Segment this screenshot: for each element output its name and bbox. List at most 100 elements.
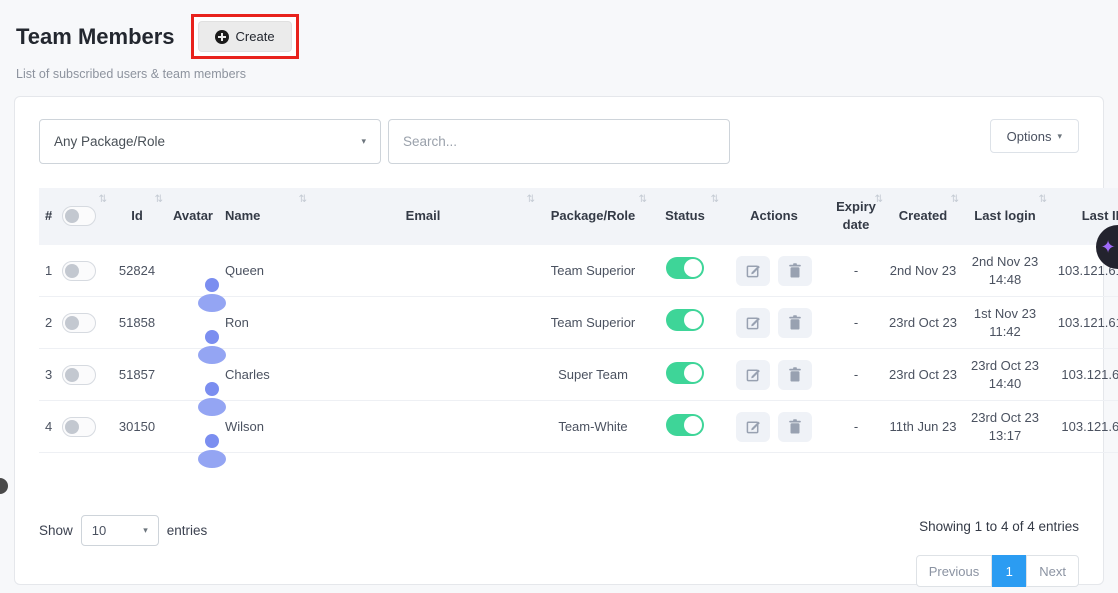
- member-id: 30150: [109, 401, 165, 453]
- member-expiry: -: [827, 297, 885, 349]
- sort-icon: ⇅: [951, 193, 959, 207]
- member-last-login: 2nd Nov 23 14:48: [961, 245, 1049, 297]
- header-email[interactable]: Email ⇅: [309, 188, 537, 245]
- team-members-table: # ⇅ Id ⇅ Avatar Name ⇅: [39, 188, 1118, 453]
- member-created: 23rd Oct 23: [885, 297, 961, 349]
- sort-icon: ⇅: [299, 193, 307, 207]
- trash-icon: [788, 419, 802, 434]
- row-select-toggle[interactable]: [62, 417, 96, 437]
- status-toggle[interactable]: [666, 309, 704, 331]
- member-last-login: 1st Nov 23 11:42: [961, 297, 1049, 349]
- trash-icon: [788, 315, 802, 330]
- trash-icon: [788, 263, 802, 278]
- header-name[interactable]: Name ⇅: [221, 188, 309, 245]
- package-role-select[interactable]: Any Package/Role ▾: [39, 119, 381, 164]
- delete-button[interactable]: [778, 308, 812, 338]
- header-expiry-date[interactable]: Expiry date ⇅: [827, 188, 885, 245]
- delete-button[interactable]: [778, 256, 812, 286]
- select-all-toggle[interactable]: [62, 206, 96, 226]
- table-footer: Show 10 ▾ entries Showing 1 to 4 of 4 en…: [39, 515, 1079, 546]
- edit-icon: [746, 315, 761, 330]
- status-toggle[interactable]: [666, 257, 704, 279]
- chevron-down-icon: ▾: [143, 525, 148, 536]
- red-annotation-box: Create: [191, 14, 299, 59]
- entries-per-page-value: 10: [92, 523, 106, 538]
- sparkle-icon: ✦: [1100, 237, 1115, 258]
- header-index-label: #: [45, 207, 52, 225]
- delete-button[interactable]: [778, 412, 812, 442]
- table-header-row: # ⇅ Id ⇅ Avatar Name ⇅: [39, 188, 1118, 245]
- header-status[interactable]: Status ⇅: [649, 188, 721, 245]
- sort-icon: ⇅: [711, 193, 719, 207]
- row-select-toggle[interactable]: [62, 261, 96, 281]
- next-page-button[interactable]: Next: [1026, 555, 1079, 587]
- table-row: 1 52824 Queen Team Superior: [39, 245, 1118, 297]
- header-avatar: Avatar: [165, 188, 221, 245]
- member-id: 52824: [109, 245, 165, 297]
- member-email-redacted: [309, 297, 537, 349]
- sort-icon: ⇅: [639, 193, 647, 207]
- sort-icon: ⇅: [155, 193, 163, 207]
- member-last-ip: 103.121.61.148: [1049, 297, 1118, 349]
- header-package-role[interactable]: Package/Role ⇅: [537, 188, 649, 245]
- member-expiry: -: [827, 349, 885, 401]
- row-index: 3: [45, 366, 52, 384]
- header-id[interactable]: Id ⇅: [109, 188, 165, 245]
- edit-icon: [746, 367, 761, 382]
- pagination: Previous 1 Next: [916, 555, 1079, 587]
- create-button-label: Create: [236, 29, 275, 44]
- member-expiry: -: [827, 245, 885, 297]
- header-last-login[interactable]: Last login ⇅: [961, 188, 1049, 245]
- edit-button[interactable]: [736, 256, 770, 286]
- status-toggle[interactable]: [666, 414, 704, 436]
- status-toggle[interactable]: [666, 362, 704, 384]
- member-email-redacted: [309, 245, 537, 297]
- member-last-ip: 103.121.60.46: [1049, 349, 1118, 401]
- edit-icon: [746, 419, 761, 434]
- member-name: Wilson: [221, 401, 309, 453]
- edit-button[interactable]: [736, 308, 770, 338]
- delete-button[interactable]: [778, 360, 812, 390]
- member-created: 2nd Nov 23: [885, 245, 961, 297]
- row-select-toggle[interactable]: [62, 365, 96, 385]
- sort-icon: ⇅: [875, 193, 883, 207]
- member-expiry: -: [827, 401, 885, 453]
- entries-per-page-select[interactable]: 10 ▾: [81, 515, 159, 546]
- previous-page-button[interactable]: Previous: [916, 555, 993, 587]
- member-created: 23rd Oct 23: [885, 349, 961, 401]
- chevron-down-icon: ▾: [1057, 131, 1062, 142]
- entries-label: entries: [167, 523, 208, 538]
- page-subtitle: List of subscribed users & team members: [16, 67, 1102, 81]
- filter-row: Any Package/Role ▾ Options ▾: [39, 119, 1079, 164]
- member-email-redacted: [309, 401, 537, 453]
- member-package-role: Super Team: [537, 349, 649, 401]
- member-last-ip: 103.121.60.46: [1049, 401, 1118, 453]
- chevron-down-icon: ▾: [361, 136, 366, 147]
- team-members-card: Any Package/Role ▾ Options ▾ # ⇅: [14, 96, 1104, 585]
- search-input[interactable]: [388, 119, 730, 164]
- header-created[interactable]: Created ⇅: [885, 188, 961, 245]
- member-name: Queen: [221, 245, 309, 297]
- member-last-login: 23rd Oct 23 13:17: [961, 401, 1049, 453]
- sort-icon: ⇅: [99, 193, 107, 207]
- trash-icon: [788, 367, 802, 382]
- sort-icon: ⇅: [1039, 193, 1047, 207]
- show-label: Show: [39, 523, 73, 538]
- edit-icon: [746, 263, 761, 278]
- member-name: Charles: [221, 349, 309, 401]
- options-button[interactable]: Options ▾: [990, 119, 1079, 153]
- member-name: Ron: [221, 297, 309, 349]
- edit-button[interactable]: [736, 412, 770, 442]
- member-package-role: Team Superior: [537, 245, 649, 297]
- member-last-login: 23rd Oct 23 14:40: [961, 349, 1049, 401]
- left-edge-widget[interactable]: [0, 478, 8, 494]
- row-index: 2: [45, 314, 52, 332]
- member-id: 51858: [109, 297, 165, 349]
- create-button[interactable]: Create: [198, 21, 292, 52]
- header-index[interactable]: # ⇅: [39, 188, 109, 245]
- page-1-button[interactable]: 1: [992, 555, 1026, 587]
- row-select-toggle[interactable]: [62, 313, 96, 333]
- page-title: Team Members: [16, 24, 175, 50]
- options-button-label: Options: [1007, 129, 1052, 144]
- edit-button[interactable]: [736, 360, 770, 390]
